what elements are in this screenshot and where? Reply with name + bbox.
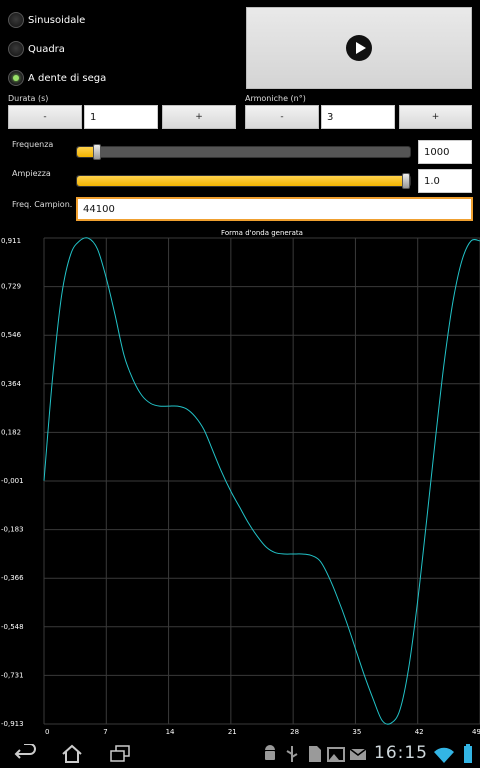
radio-indicator <box>8 70 24 86</box>
ampiezza-label: Ampiezza <box>12 169 51 178</box>
y-tick-label: -0,548 <box>1 623 24 631</box>
battery-icon <box>464 744 472 763</box>
y-tick-label: 0,911 <box>1 237 21 245</box>
ampiezza-input[interactable]: 1.0 <box>418 169 472 193</box>
radio-label: Quadra <box>28 43 65 55</box>
x-tick-label: 0 <box>45 728 49 736</box>
durata-minus-button[interactable]: - <box>8 105 82 129</box>
radio-label: A dente di sega <box>28 72 107 84</box>
home-icon[interactable] <box>60 744 84 764</box>
x-tick-label: 14 <box>166 728 175 736</box>
ampiezza-slider[interactable] <box>76 173 411 189</box>
x-tick-label: 28 <box>290 728 299 736</box>
frequenza-slider-thumb[interactable] <box>93 144 101 160</box>
mail-icon <box>349 748 367 760</box>
radio-dente-di-sega[interactable]: A dente di sega <box>8 68 106 88</box>
ampiezza-slider-fill <box>77 176 406 186</box>
armoniche-input[interactable]: 3 <box>321 105 395 129</box>
play-button[interactable] <box>246 7 472 89</box>
durata-input[interactable]: 1 <box>84 105 158 129</box>
wifi-icon <box>434 747 454 763</box>
sd-card-icon <box>309 746 321 762</box>
android-icon <box>265 745 275 760</box>
play-icon <box>346 35 372 61</box>
armoniche-minus-button[interactable]: - <box>245 105 319 129</box>
radio-indicator <box>8 41 24 57</box>
status-clock: 16:15 <box>374 743 428 763</box>
y-tick-label: -0,366 <box>1 574 24 582</box>
radio-indicator <box>8 12 24 28</box>
y-tick-label: 0,729 <box>1 283 21 291</box>
chart-background <box>0 226 480 740</box>
recent-apps-icon[interactable] <box>108 744 132 764</box>
y-tick-label: -0,913 <box>1 720 24 728</box>
durata-plus-button[interactable]: + <box>162 105 236 129</box>
radio-label: Sinusoidale <box>28 14 86 26</box>
y-tick-label: -0,731 <box>1 671 24 679</box>
y-tick-label: 0,546 <box>1 331 22 339</box>
y-tick-label: -0,001 <box>1 477 24 485</box>
armoniche-label: Armoniche (n°) <box>245 94 306 103</box>
usb-icon <box>286 746 298 762</box>
campion-input[interactable]: 44100 <box>76 197 473 221</box>
radio-sinusoidale[interactable]: Sinusoidale <box>8 10 85 30</box>
armoniche-plus-button[interactable]: + <box>399 105 472 129</box>
durata-label: Durata (s) <box>8 94 49 103</box>
gallery-icon <box>327 747 345 762</box>
y-tick-label: 0,364 <box>1 380 22 388</box>
system-navbar: 16:15 <box>0 740 480 768</box>
frequenza-label: Frequenza <box>12 140 54 149</box>
frequenza-slider[interactable] <box>76 144 411 160</box>
chart-title: Forma d'onda generata <box>221 229 303 237</box>
frequenza-input[interactable]: 1000 <box>418 140 472 164</box>
x-tick-label: 42 <box>415 728 424 736</box>
y-tick-label: 0,182 <box>1 428 21 436</box>
x-tick-label: 49 <box>472 728 480 736</box>
back-icon[interactable] <box>14 744 38 764</box>
campion-label: Freq. Campion. <box>12 200 73 209</box>
ampiezza-slider-thumb[interactable] <box>402 173 410 189</box>
waveform-chart: Forma d'onda generata 0,911 0,729 0,546 0,3… <box>0 226 480 740</box>
radio-quadra[interactable]: Quadra <box>8 39 65 59</box>
x-tick-label: 21 <box>228 728 237 736</box>
y-tick-label: -0,183 <box>1 526 24 534</box>
x-tick-label: 7 <box>103 728 107 736</box>
x-tick-label: 35 <box>352 728 361 736</box>
